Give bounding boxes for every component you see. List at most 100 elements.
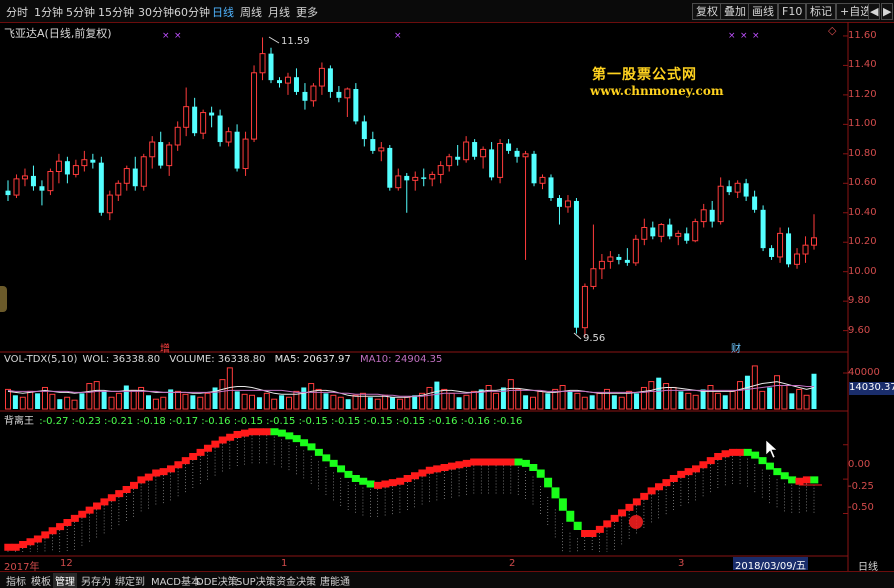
candle[interactable]: [726, 180, 732, 196]
event-label-increase[interactable]: 增: [160, 340, 170, 355]
candle[interactable]: [743, 178, 749, 201]
candle[interactable]: [276, 77, 282, 88]
candle[interactable]: [200, 109, 207, 140]
candle[interactable]: [132, 156, 138, 191]
candle[interactable]: [217, 109, 223, 147]
candle[interactable]: [522, 150, 529, 260]
candle[interactable]: [115, 180, 122, 201]
candle[interactable]: [429, 171, 436, 187]
bottom-tab-1[interactable]: 模板: [29, 573, 53, 588]
bottom-tab-8[interactable]: 资金决策: [274, 573, 318, 588]
candle[interactable]: [692, 218, 699, 243]
candle[interactable]: [174, 121, 181, 151]
candle[interactable]: [149, 136, 156, 169]
candle[interactable]: [318, 62, 325, 95]
event-label-finance[interactable]: 财: [731, 340, 741, 355]
candle[interactable]: [658, 223, 665, 243]
bottom-tab-3[interactable]: 另存为: [79, 573, 113, 588]
candle[interactable]: [183, 87, 190, 137]
candle[interactable]: [717, 177, 724, 225]
candle[interactable]: [55, 153, 62, 184]
candle[interactable]: [412, 171, 419, 191]
candle[interactable]: [72, 159, 79, 178]
candle[interactable]: [531, 150, 537, 187]
candle[interactable]: [616, 254, 622, 265]
candle[interactable]: [302, 83, 308, 110]
candle[interactable]: [344, 87, 351, 117]
candle[interactable]: [760, 205, 766, 252]
candle[interactable]: [242, 131, 249, 176]
candle[interactable]: [607, 251, 614, 269]
candle[interactable]: [480, 146, 487, 169]
candle[interactable]: [598, 254, 605, 280]
bottom-tab-2[interactable]: 管理: [53, 573, 77, 588]
candle[interactable]: [641, 218, 648, 246]
candle[interactable]: [769, 245, 775, 260]
candle[interactable]: [336, 86, 342, 103]
candle[interactable]: [225, 127, 232, 147]
candle[interactable]: [310, 83, 317, 107]
candle[interactable]: [489, 142, 495, 181]
candle[interactable]: [472, 139, 478, 160]
candle[interactable]: [539, 174, 546, 190]
bottom-tab-6[interactable]: DDE决策: [194, 573, 240, 588]
candle[interactable]: [446, 153, 453, 172]
candle[interactable]: [590, 224, 597, 290]
candle[interactable]: [64, 156, 70, 184]
candle[interactable]: [13, 174, 20, 199]
candle[interactable]: [684, 227, 690, 244]
candle[interactable]: [370, 131, 376, 154]
candle[interactable]: [573, 198, 579, 334]
candle[interactable]: [811, 214, 817, 250]
bottom-tab-7[interactable]: SUP决策: [234, 573, 278, 588]
candle[interactable]: [421, 168, 427, 187]
candle[interactable]: [455, 144, 461, 166]
candle[interactable]: [700, 203, 707, 228]
candle[interactable]: [548, 174, 554, 201]
candle[interactable]: [192, 97, 198, 137]
bottom-tab-4[interactable]: 绑定到: [113, 573, 147, 588]
candle[interactable]: [395, 168, 402, 191]
candle[interactable]: [106, 190, 113, 221]
candle[interactable]: [564, 195, 571, 213]
candle[interactable]: [166, 142, 173, 176]
candle[interactable]: [361, 115, 367, 147]
candle[interactable]: [251, 65, 258, 143]
candle[interactable]: [777, 227, 784, 263]
candle[interactable]: [802, 236, 809, 263]
chart-canvas[interactable]: × × × × × ×: [0, 0, 894, 587]
candle[interactable]: [506, 139, 512, 154]
candle[interactable]: [47, 168, 54, 196]
candle[interactable]: [327, 65, 333, 98]
candle[interactable]: [140, 153, 147, 191]
candle[interactable]: [709, 200, 715, 228]
candle[interactable]: [514, 147, 520, 163]
candle[interactable]: [387, 144, 393, 191]
candle[interactable]: [158, 131, 164, 169]
candle[interactable]: [734, 180, 741, 199]
candle[interactable]: [794, 248, 801, 269]
candle[interactable]: [497, 139, 504, 184]
candle[interactable]: [752, 190, 758, 213]
candle[interactable]: [378, 142, 385, 162]
candle[interactable]: [98, 156, 104, 216]
bottom-tab-0[interactable]: 指标: [4, 573, 28, 588]
candle[interactable]: [21, 168, 28, 187]
candle[interactable]: [123, 165, 130, 191]
candle[interactable]: [30, 165, 36, 191]
candle[interactable]: [5, 180, 11, 201]
candle[interactable]: [437, 161, 444, 184]
candle[interactable]: [675, 230, 682, 246]
candle[interactable]: [353, 83, 359, 125]
candle[interactable]: [209, 106, 215, 128]
candle[interactable]: [284, 72, 291, 95]
candle[interactable]: [259, 37, 266, 81]
candle[interactable]: [39, 180, 45, 206]
candle[interactable]: [581, 283, 588, 337]
candle[interactable]: [293, 68, 299, 95]
bottom-tab-9[interactable]: 唐能通: [318, 573, 352, 588]
candle[interactable]: [632, 234, 639, 266]
candle[interactable]: [624, 248, 630, 266]
side-panel-handle[interactable]: [0, 286, 7, 312]
candle[interactable]: [81, 150, 88, 172]
